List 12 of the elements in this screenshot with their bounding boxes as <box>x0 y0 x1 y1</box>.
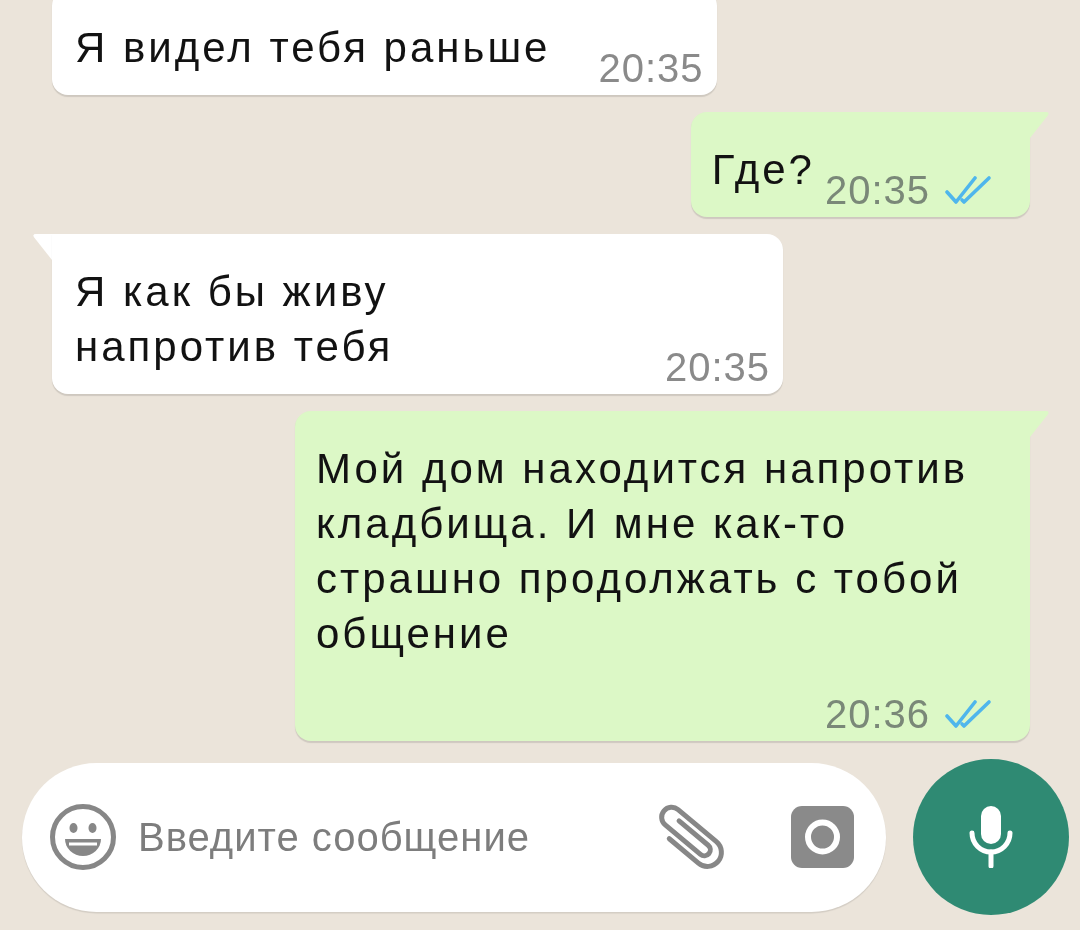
message-input[interactable]: Введите сообщение <box>138 812 653 862</box>
message-time: 20:35 <box>824 170 930 210</box>
message-time: 20:35 <box>664 347 770 387</box>
message-text: Мой дом находится напротив кладбища. И мне как-то страшно продолжать с тобой общение <box>316 444 970 659</box>
microphone-icon <box>968 806 1014 868</box>
message-time: 20:35 <box>598 48 704 88</box>
smiley-icon[interactable] <box>50 804 116 870</box>
message-time: 20:36 <box>824 694 930 734</box>
camera-icon[interactable] <box>791 806 854 868</box>
message-text: Я видел тебя раньше <box>75 23 551 73</box>
message-text: Я как бы живу напротив тебя <box>75 267 394 372</box>
message-text: Где? <box>711 145 815 195</box>
